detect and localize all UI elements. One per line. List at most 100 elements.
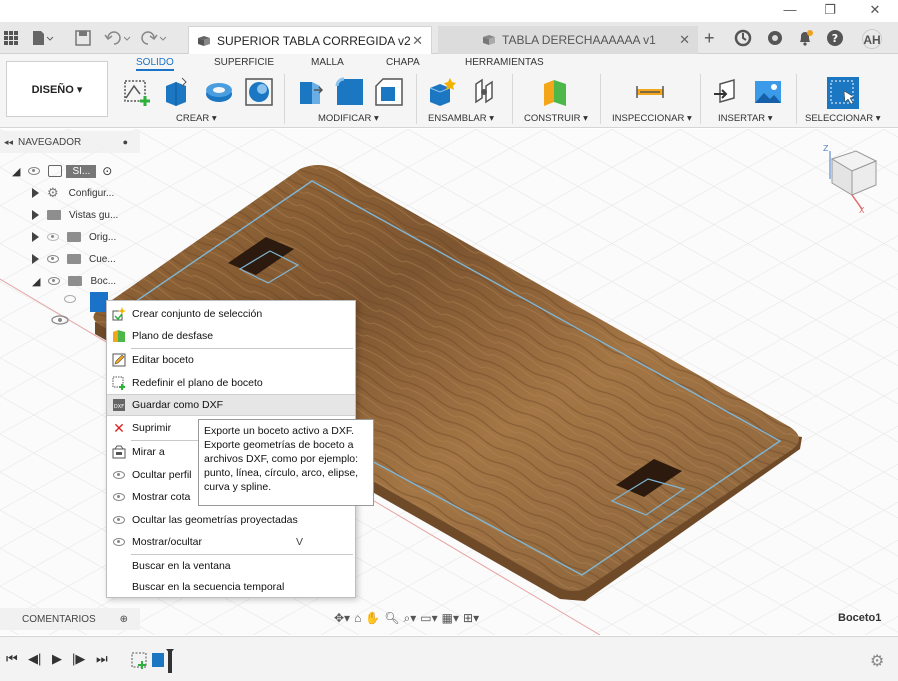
menu-item-redefinir-plano[interactable]: Redefinir el plano de boceto bbox=[107, 372, 355, 394]
play-icon[interactable]: ▶︎ bbox=[52, 651, 62, 667]
group-separator bbox=[796, 74, 797, 124]
offset-plane-icon[interactable] bbox=[540, 76, 572, 108]
visibility-eye-icon[interactable] bbox=[28, 167, 41, 175]
tab-tabla-derecha[interactable]: TABLA DERECHAAAAAA v1 ✕ bbox=[438, 26, 698, 54]
pin-icon[interactable]: ● bbox=[123, 137, 128, 147]
menu-item-label: Editar boceto bbox=[132, 354, 194, 366]
menu-item-buscar-secuencia[interactable]: Buscar en la secuencia temporal bbox=[107, 576, 355, 598]
visibility-eye-icon[interactable] bbox=[48, 277, 61, 285]
notifications-icon[interactable] bbox=[796, 28, 814, 48]
menu-item-editar-boceto[interactable]: Editar boceto bbox=[107, 349, 355, 371]
save-icon[interactable] bbox=[75, 28, 91, 48]
orbit-icon[interactable]: ✥▾ bbox=[334, 611, 350, 625]
apps-grid-icon[interactable] bbox=[4, 28, 18, 48]
revolve-icon[interactable] bbox=[203, 76, 235, 108]
browser-item-origen[interactable]: Orig... bbox=[32, 226, 116, 248]
browser-item-cuerpos[interactable]: Cue... bbox=[32, 248, 116, 270]
tab-herramientas[interactable]: HERRAMIENTAS bbox=[465, 57, 544, 68]
user-avatar[interactable]: AH bbox=[862, 29, 882, 49]
close-tab-icon[interactable]: ✕ bbox=[412, 33, 423, 49]
zoom-icon[interactable]: 🔍︎ bbox=[384, 611, 399, 625]
step-forward-icon[interactable]: |▶︎ bbox=[72, 651, 85, 667]
expand-icon[interactable] bbox=[32, 254, 39, 264]
close-window-button[interactable]: ✕ bbox=[865, 2, 885, 18]
browser-root[interactable]: ◢ SI... ⊙ bbox=[12, 160, 112, 182]
menu-item-label: Plano de desfase bbox=[132, 330, 214, 342]
collapse-icon[interactable]: ◂◂ bbox=[4, 137, 13, 148]
workspace-selector[interactable]: DISEÑO ▾ bbox=[6, 61, 108, 117]
close-tab-icon[interactable]: ✕ bbox=[679, 32, 690, 48]
group-construir[interactable]: CONSTRUIR ▾ bbox=[524, 113, 588, 124]
menu-item-plano-desfase[interactable]: Plano de desfase bbox=[107, 325, 355, 347]
browser-item-vistas[interactable]: Vistas gu... bbox=[32, 204, 118, 226]
joint-icon[interactable] bbox=[468, 76, 500, 108]
look-at-icon[interactable]: ⌂ bbox=[354, 611, 361, 625]
add-comment-icon[interactable]: ⊕ bbox=[120, 614, 128, 625]
fillet-icon[interactable] bbox=[334, 76, 366, 108]
expanded-icon[interactable]: ◢ bbox=[32, 275, 40, 288]
group-ensamblar[interactable]: ENSAMBLAR ▾ bbox=[428, 113, 494, 124]
group-inspeccionar[interactable]: INSPECCIONAR ▾ bbox=[612, 113, 692, 124]
group-crear[interactable]: CREAR ▾ bbox=[176, 113, 217, 124]
restore-button[interactable]: ❐ bbox=[820, 2, 840, 18]
create-sketch-icon[interactable] bbox=[122, 76, 154, 108]
root-label: SI... bbox=[66, 164, 97, 178]
browser-item-configuracion[interactable]: ⚙ Configur... bbox=[32, 182, 114, 204]
press-pull-icon[interactable] bbox=[294, 76, 326, 108]
help-icon[interactable]: ? bbox=[826, 28, 844, 48]
activate-icon[interactable]: ⊙ bbox=[102, 164, 112, 178]
go-to-start-icon[interactable]: ⏮ bbox=[6, 651, 18, 667]
expanded-icon[interactable]: ◢ bbox=[12, 165, 20, 178]
extrude-icon[interactable] bbox=[160, 76, 192, 108]
menu-item-crear-conjunto[interactable]: Crear conjunto de selección bbox=[107, 303, 355, 325]
fit-zoom-icon[interactable]: ⌕▾ bbox=[404, 611, 417, 626]
delete-x-icon: ✕ bbox=[113, 419, 125, 436]
step-back-icon[interactable]: ◀︎| bbox=[28, 651, 41, 667]
grid-settings-icon[interactable]: ▦▾ bbox=[442, 611, 459, 625]
tab-chapa[interactable]: CHAPA bbox=[386, 57, 420, 68]
comments-panel[interactable]: COMENTARIOS ⊕ bbox=[0, 608, 140, 630]
minimize-button[interactable]: — bbox=[780, 2, 800, 18]
redo-icon[interactable] bbox=[140, 28, 170, 48]
menu-item-label: Mostrar/ocultar bbox=[132, 536, 203, 548]
menu-item-guardar-dxf[interactable]: DXF Guardar como DXF bbox=[107, 394, 355, 416]
menu-item-ocultar-geometrias[interactable]: Ocultar las geometrías proyectadas bbox=[107, 509, 355, 531]
job-status-icon[interactable] bbox=[734, 28, 752, 48]
new-tab-icon[interactable]: + bbox=[704, 28, 715, 48]
new-component-icon[interactable] bbox=[426, 76, 458, 108]
tab-label: TABLA DERECHAAAAAA v1 bbox=[502, 33, 656, 47]
expand-icon[interactable] bbox=[32, 210, 39, 220]
tab-superficie[interactable]: SUPERFICIE bbox=[214, 57, 274, 68]
select-icon[interactable] bbox=[826, 76, 860, 110]
menu-item-mostrar-ocultar[interactable]: Mostrar/ocultar V bbox=[107, 531, 355, 553]
timeline-settings-gear-icon[interactable]: ⚙ bbox=[870, 651, 884, 671]
pan-hand-icon[interactable]: ✋ bbox=[365, 611, 380, 625]
timeline-features[interactable] bbox=[130, 649, 180, 673]
group-modificar[interactable]: MODIFICAR ▾ bbox=[318, 113, 379, 124]
viewports-icon[interactable]: ⊞▾ bbox=[463, 611, 479, 625]
measure-icon[interactable] bbox=[634, 76, 666, 108]
undo-icon[interactable] bbox=[104, 28, 134, 48]
chamfer-icon[interactable] bbox=[373, 76, 405, 108]
expand-icon[interactable] bbox=[32, 188, 39, 198]
hidden-eye-icon[interactable] bbox=[47, 233, 59, 241]
go-to-end-icon[interactable]: ⏭ bbox=[96, 651, 108, 667]
tab-superior-tabla[interactable]: SUPERIOR TABLA CORREGIDA v2 ✕ bbox=[188, 26, 432, 54]
hidden-eye-icon[interactable] bbox=[64, 295, 76, 303]
display-settings-icon[interactable]: ▭▾ bbox=[420, 611, 437, 625]
expand-icon[interactable] bbox=[32, 232, 39, 242]
browser-item-bocetos[interactable]: ◢ Boc... bbox=[32, 270, 116, 292]
group-seleccionar[interactable]: SELECCIONAR ▾ bbox=[805, 113, 881, 124]
menu-item-buscar-ventana[interactable]: Buscar en la ventana bbox=[107, 555, 355, 577]
tab-malla[interactable]: MALLA bbox=[311, 57, 344, 68]
tab-solido[interactable]: SOLIDO bbox=[136, 57, 174, 71]
file-menu-icon[interactable] bbox=[32, 28, 54, 48]
insert-derive-icon[interactable] bbox=[712, 76, 744, 108]
insert-image-icon[interactable] bbox=[752, 76, 784, 108]
visibility-eye-icon[interactable] bbox=[47, 255, 59, 263]
menu-item-label: Buscar en la ventana bbox=[132, 560, 231, 572]
shell-icon[interactable] bbox=[243, 76, 275, 108]
menu-item-label: Ocultar las geometrías proyectadas bbox=[132, 514, 298, 526]
online-status-icon[interactable] bbox=[766, 28, 784, 48]
group-insertar[interactable]: INSERTAR ▾ bbox=[718, 113, 773, 124]
